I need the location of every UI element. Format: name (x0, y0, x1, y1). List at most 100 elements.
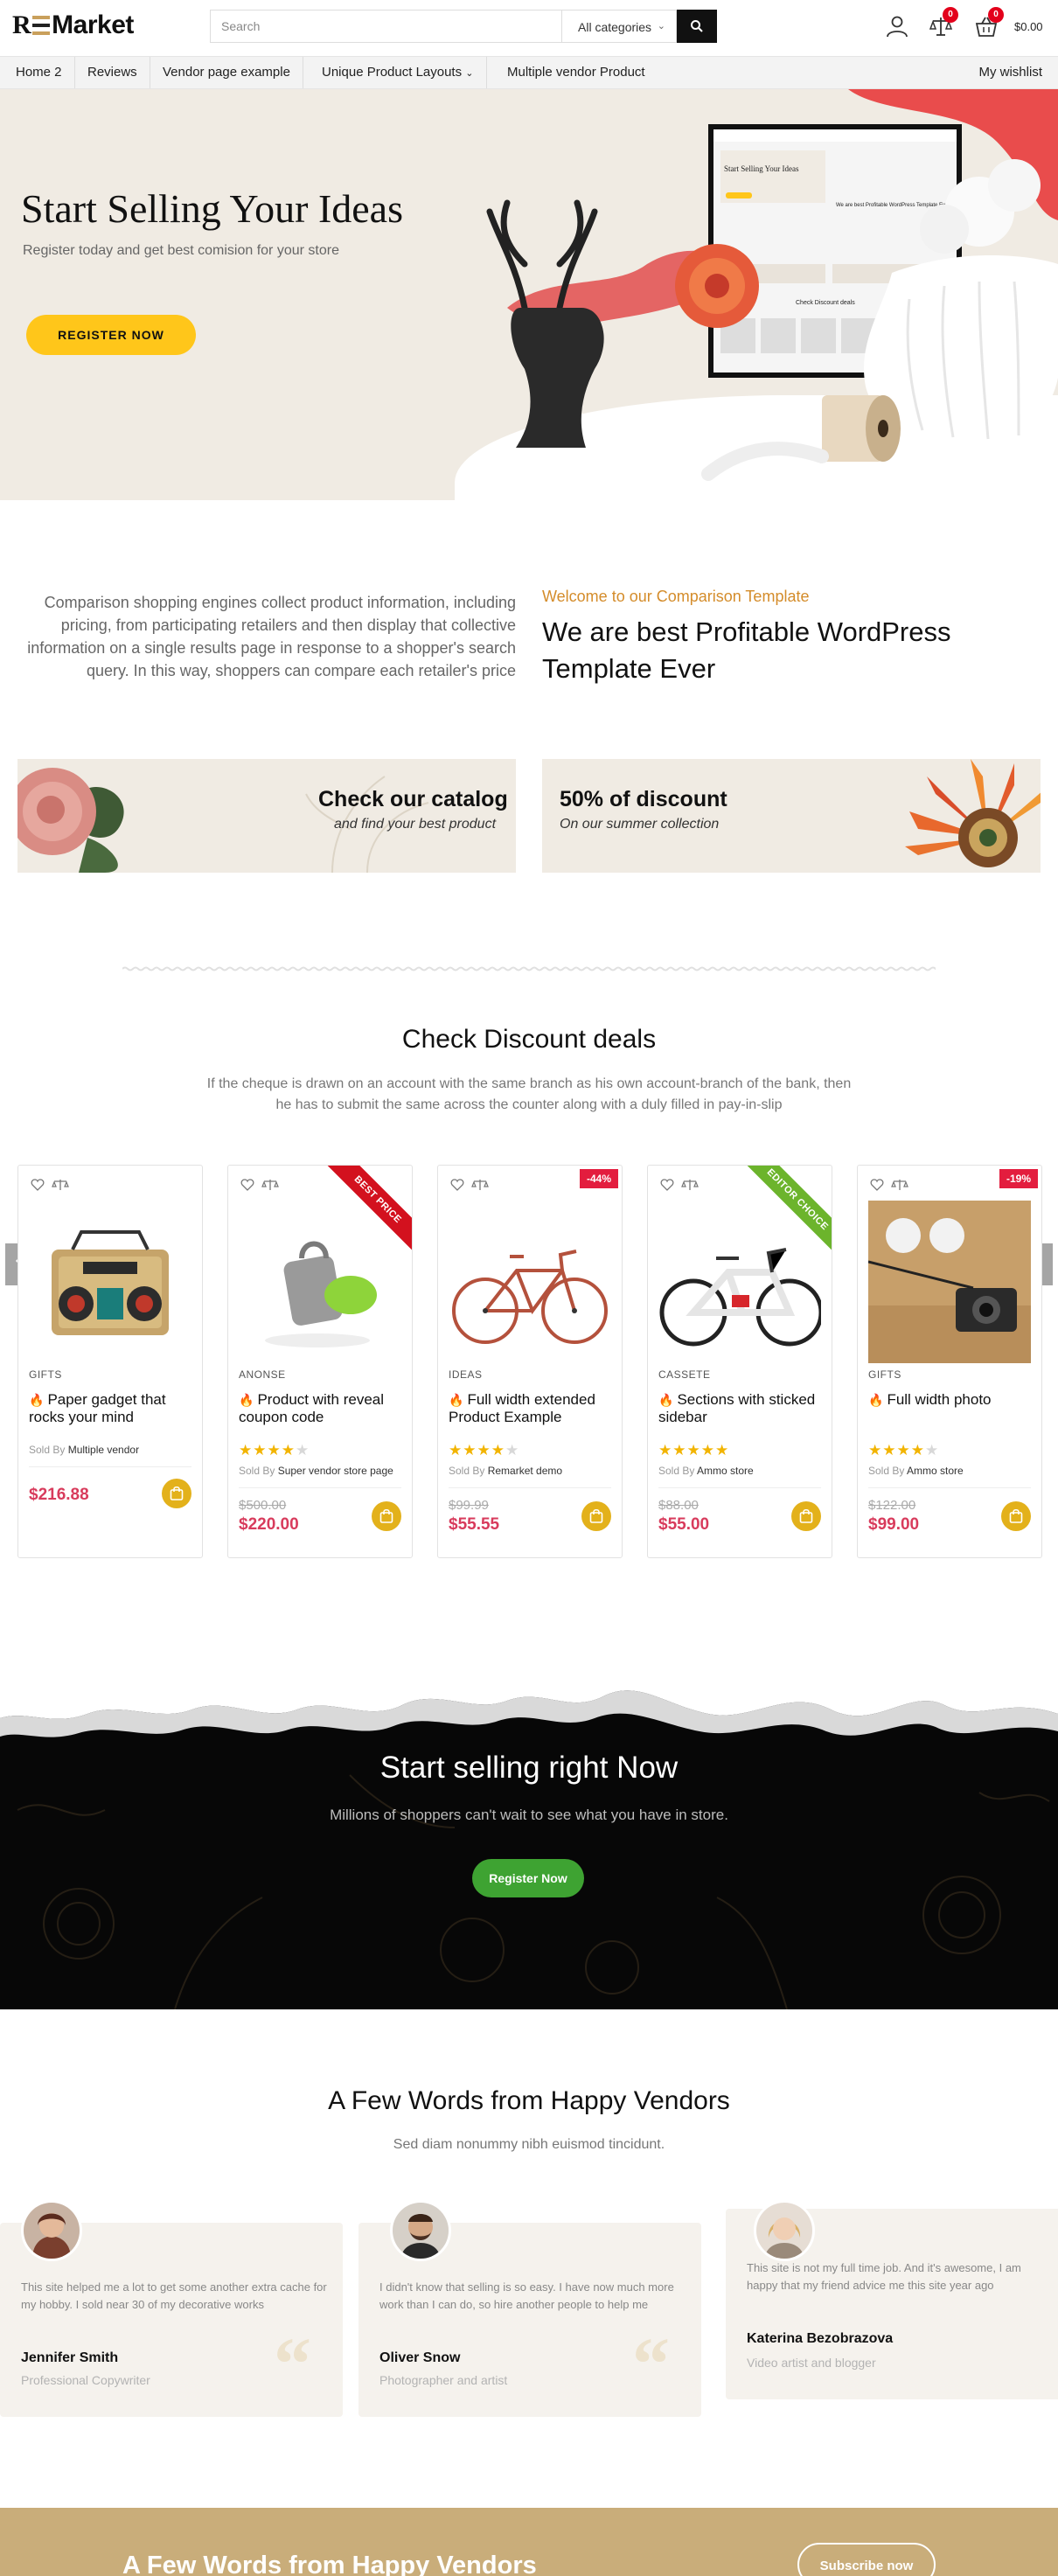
sold-by: Sold By Remarket demo (449, 1465, 562, 1477)
product-price: $220.00 (239, 1515, 299, 1534)
product-name[interactable]: 🔥 Sections with sticked sidebar (658, 1391, 825, 1426)
heart-icon[interactable] (31, 1179, 45, 1191)
compare-icon[interactable] (52, 1180, 69, 1190)
search-input[interactable] (211, 10, 561, 42)
product-image[interactable] (449, 1201, 611, 1375)
category-select[interactable]: All categories ⌄ (561, 10, 677, 43)
subscribe-band: A Few Words from Happy Vendors Subscribe… (0, 2508, 1058, 2576)
add-to-cart-button[interactable] (162, 1479, 191, 1508)
vendor-link[interactable]: Ammo store (907, 1465, 964, 1477)
product-category[interactable]: GIFTS (868, 1368, 901, 1381)
bag-icon (1009, 1508, 1023, 1523)
product-name[interactable]: 🔥 Product with reveal coupon code (239, 1391, 405, 1426)
product-image[interactable] (29, 1201, 191, 1375)
compare-button[interactable]: 0 (929, 7, 958, 38)
compare-icon[interactable] (261, 1180, 279, 1190)
sold-by: Sold By Ammo store (658, 1465, 754, 1477)
sold-by-prefix: Sold By (658, 1465, 695, 1477)
leaf-pattern (305, 776, 429, 873)
promo-subtitle: On our summer collection (560, 817, 720, 832)
avatar (390, 2200, 451, 2261)
vendor-link[interactable]: Remarket demo (488, 1465, 562, 1477)
product-card[interactable]: EDITOR CHOICE CASSETE 🔥 Sections with stick… (647, 1165, 832, 1558)
nav-item-multiple-vendor[interactable]: Multiple vendor Product (495, 57, 658, 88)
vendor-link[interactable]: Ammo store (697, 1465, 754, 1477)
product-category[interactable]: CASSETE (658, 1368, 711, 1381)
testimonial-name: Oliver Snow (379, 2350, 461, 2365)
user-icon (887, 16, 908, 38)
wishlist-link[interactable]: My wishlist (978, 57, 1042, 88)
heart-icon[interactable] (660, 1179, 674, 1191)
product-card[interactable]: BEST PRICE ANONSE 🔥 Product with reveal cou… (227, 1165, 413, 1558)
cta-subtitle: Millions of shoppers can't wait to see w… (330, 1807, 728, 1823)
fire-icon: 🔥 (239, 1393, 254, 1407)
product-image[interactable] (239, 1201, 401, 1375)
heart-icon[interactable] (450, 1179, 464, 1191)
add-to-cart-button[interactable] (1001, 1501, 1031, 1531)
product-image[interactable] (658, 1201, 824, 1375)
compare-icon[interactable] (681, 1180, 699, 1190)
compare-icon[interactable] (891, 1180, 908, 1190)
card-actions (240, 1178, 279, 1196)
add-to-cart-button[interactable] (791, 1501, 821, 1531)
site-logo[interactable]: R Market (12, 10, 134, 40)
deals-description: If the cheque is drawn on an account wit… (206, 1076, 852, 1112)
product-name[interactable]: 🔥 Full width photo (868, 1391, 1034, 1409)
product-category[interactable]: GIFTS (29, 1368, 62, 1381)
rose-illustration (17, 768, 124, 873)
testimonial-role: Video artist and blogger (747, 2356, 876, 2370)
product-category[interactable]: ANONSE (239, 1368, 286, 1381)
avatar (21, 2200, 82, 2261)
promo-catalog-banner[interactable]: Check our catalog and find your best pro… (17, 759, 516, 873)
add-to-cart-button[interactable] (581, 1501, 611, 1531)
product-category[interactable]: IDEAS (449, 1368, 483, 1381)
nav-item-label: Unique Product Layouts (322, 65, 463, 80)
testimonial-name: Katerina Bezobrazova (747, 2331, 894, 2346)
add-to-cart-button[interactable] (372, 1501, 401, 1531)
heart-icon[interactable] (870, 1179, 884, 1191)
bag-icon (379, 1508, 393, 1523)
sold-by: Sold By Ammo store (868, 1465, 964, 1477)
subscribe-button[interactable]: Subscribe now (797, 2543, 936, 2576)
register-now-button[interactable]: REGISTER NOW (26, 315, 196, 355)
product-card[interactable]: -44% IDEAS 🔥 Full width extended Product Ex… (437, 1165, 623, 1558)
bag-icon (799, 1508, 813, 1523)
heart-icon[interactable] (240, 1179, 254, 1191)
bag-icon (170, 1486, 184, 1500)
search-button[interactable] (677, 10, 717, 43)
old-price: $122.00 (868, 1498, 916, 1513)
testimonials-title: A Few Words from Happy Vendors (328, 2086, 730, 2115)
search-icon (691, 20, 703, 32)
testimonial-quote: I didn't know that selling is so easy. I… (379, 2280, 674, 2311)
nav-item-reviews[interactable]: Reviews (75, 57, 150, 88)
discount-badge: -19% (999, 1169, 1038, 1188)
product-card[interactable]: -19% GIFTS 🔥 Full width photo ★★★★★ Sold By A… (857, 1165, 1042, 1558)
sold-by-prefix: Sold By (449, 1465, 485, 1477)
promo-title: Check our catalog (318, 787, 508, 811)
nav-item-home-2[interactable]: Home 2 (3, 57, 75, 88)
cta-register-button[interactable]: Register Now (472, 1859, 584, 1897)
vendor-link[interactable]: Multiple vendor (68, 1444, 139, 1456)
band-title: A Few Words from Happy Vendors (122, 2552, 537, 2576)
card-actions (450, 1178, 489, 1196)
product-image[interactable] (867, 1201, 1031, 1375)
product-name[interactable]: 🔥 Paper gadget that rocks your mind (29, 1391, 195, 1426)
promo-discount-banner[interactable]: 50% of discount On our summer collection (542, 759, 1041, 873)
compare-icon[interactable] (471, 1180, 489, 1190)
intro-text: Comparison shopping engines collect prod… (27, 594, 516, 679)
main-nav: Home 2 Reviews Vendor page example Uniqu… (0, 56, 1058, 89)
product-name[interactable]: 🔥 Full width extended Product Example (449, 1391, 615, 1426)
quote-mark-icon: “ (632, 2322, 670, 2405)
vendor-link[interactable]: Super vendor store page (278, 1465, 393, 1477)
testimonial-role: Professional Copywriter (21, 2373, 150, 2387)
cart-button[interactable]: 0 (974, 7, 1004, 38)
nav-item-vendor-page[interactable]: Vendor page example (150, 57, 303, 88)
chevron-down-icon: ⌄ (465, 68, 474, 79)
rating-stars: ★★★★★ (868, 1442, 940, 1459)
account-button[interactable] (885, 14, 909, 38)
testimonial-quote: This site is not my full time job. And i… (747, 2261, 1021, 2292)
product-card[interactable]: GIFTS 🔥 Paper gadget that rocks your mind S… (17, 1165, 203, 1558)
promo-title: 50% of discount (560, 787, 727, 811)
nav-item-unique-product-layouts[interactable]: Unique Product Layouts ⌄ (310, 57, 487, 88)
nav-item-label: Vendor page example (163, 65, 290, 80)
